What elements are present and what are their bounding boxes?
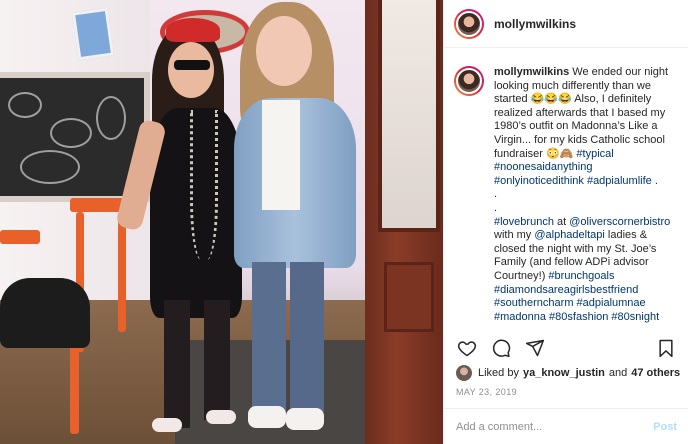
photo-frame xyxy=(71,7,115,61)
post-photo[interactable] xyxy=(0,0,443,444)
photo-jacket xyxy=(0,278,90,348)
photo-sneaker xyxy=(286,408,324,430)
liker-avatar[interactable] xyxy=(456,365,472,381)
heart-icon[interactable] xyxy=(456,337,478,359)
caption-avatar[interactable] xyxy=(454,66,484,96)
photo-jeans xyxy=(290,262,324,412)
photo-chair xyxy=(0,230,40,244)
photo-person-right-face xyxy=(256,16,312,86)
photo-chair xyxy=(70,344,79,434)
likes-prefix: Liked by xyxy=(478,367,519,379)
photo-chair xyxy=(118,212,126,332)
likes-count[interactable]: 47 others xyxy=(631,367,680,379)
caption-username[interactable]: mollymwilkins xyxy=(494,66,569,78)
mention[interactable]: @alphadeltapi xyxy=(534,229,605,241)
hashtag[interactable]: #noonesaidanything xyxy=(494,161,592,173)
photo-leg xyxy=(164,300,190,428)
caption-dot: . xyxy=(494,201,498,214)
caption-dot: . xyxy=(494,188,498,201)
add-comment-bar: Post xyxy=(444,408,688,444)
photo-door-panel xyxy=(384,262,434,332)
photo-shoe xyxy=(152,418,182,432)
photo-sneaker xyxy=(248,406,286,428)
comment-input[interactable] xyxy=(456,420,654,433)
hashtag[interactable]: #onlyinoticedithink #adpialumlife xyxy=(494,175,652,187)
mention[interactable]: @oliverscornerbistro xyxy=(569,216,670,228)
caption-text-part: with my xyxy=(494,229,535,242)
post-comment-button[interactable]: Post xyxy=(653,421,677,433)
action-bar xyxy=(444,332,688,364)
caption-text-part: at xyxy=(553,215,570,228)
photo-door-window xyxy=(378,0,440,232)
photo-tshirt xyxy=(262,100,300,210)
liker-username[interactable]: ya_know_justin xyxy=(523,367,605,379)
photo-person-left-face xyxy=(168,42,214,98)
post-header: mollymwilkins xyxy=(444,0,688,48)
photo-leg xyxy=(204,300,230,420)
hashtag[interactable]: #lovebrunch xyxy=(494,216,554,228)
caption-text: mollymwilkins We ended our night looking… xyxy=(494,66,679,326)
caption-area: mollymwilkins We ended our night looking… xyxy=(444,58,688,326)
avatar[interactable] xyxy=(454,8,484,39)
comment-icon[interactable] xyxy=(490,337,512,359)
bookmark-icon[interactable] xyxy=(655,337,677,359)
photo-jeans xyxy=(252,262,286,412)
share-icon[interactable] xyxy=(524,337,546,359)
instagram-post: mollymwilkins mollymwilkins We ended our… xyxy=(0,0,688,444)
header-username[interactable]: mollymwilkins xyxy=(494,17,576,31)
likes-and: and xyxy=(608,367,628,379)
hashtag[interactable]: #typical xyxy=(576,148,613,160)
photo-sunglasses xyxy=(174,60,210,70)
post-date[interactable]: MAY 23, 2019 xyxy=(456,387,517,397)
caption-trail: . xyxy=(651,174,658,187)
likes-line: Liked by ya_know_justin and 47 others xyxy=(456,364,684,382)
photo-bow xyxy=(166,18,220,42)
photo-pearls xyxy=(190,110,218,260)
post-side-panel: mollymwilkins mollymwilkins We ended our… xyxy=(443,0,688,444)
caption-line: We ended our night looking much differen… xyxy=(494,66,669,160)
photo-shoe xyxy=(206,410,236,424)
